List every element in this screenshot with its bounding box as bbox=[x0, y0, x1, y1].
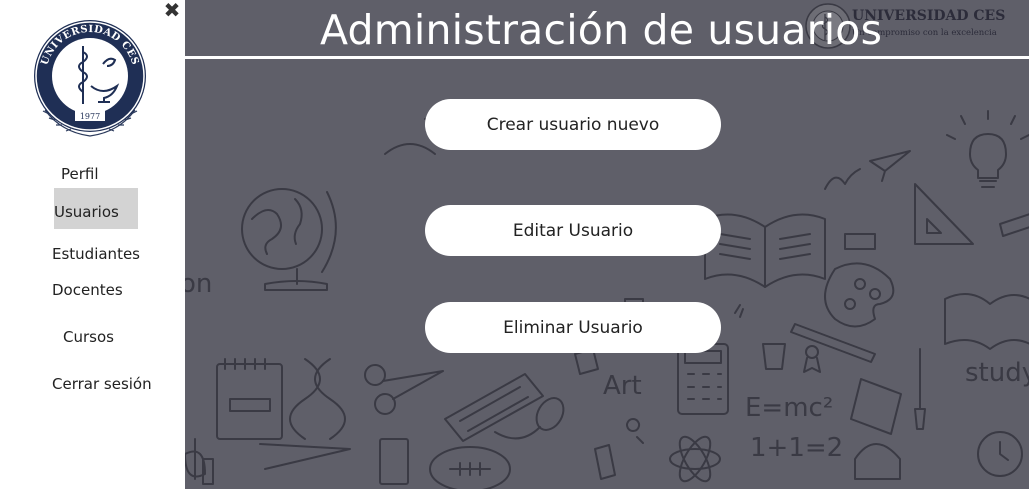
page-title: Administración de usuarios bbox=[320, 6, 883, 54]
edit-user-button[interactable]: Editar Usuario bbox=[425, 205, 721, 256]
sidebar-item-perfil[interactable]: Perfil bbox=[61, 165, 99, 183]
header-divider bbox=[185, 56, 1029, 59]
seal-year: 1977 bbox=[80, 112, 100, 121]
delete-user-button[interactable]: Eliminar Usuario bbox=[425, 302, 721, 353]
university-seal-logo: UNIVERSIDAD CES 1977 bbox=[34, 20, 146, 137]
sidebar-item-docentes[interactable]: Docentes bbox=[52, 281, 123, 299]
create-user-button[interactable]: Crear usuario nuevo bbox=[425, 99, 721, 150]
sidebar-item-usuarios[interactable]: Usuarios bbox=[54, 188, 138, 229]
doodle-text: study bbox=[965, 358, 1029, 388]
doodle-text: 1+1=2 bbox=[750, 433, 843, 463]
sidebar-item-estudiantes[interactable]: Estudiantes bbox=[52, 245, 140, 263]
sidebar-item-cerrar-sesion[interactable]: Cerrar sesión bbox=[52, 375, 152, 393]
sidebar-item-cursos[interactable]: Cursos bbox=[63, 328, 114, 346]
sidebar: ✖ UNIVERSIDAD CES 1977 Perfil Usuarios E… bbox=[0, 0, 185, 489]
doodle-text: on bbox=[185, 269, 212, 299]
main-panel: on Art E=mc² 1+1=2 study UNIVERSIDAD CES… bbox=[185, 0, 1029, 489]
close-icon[interactable]: ✖ bbox=[162, 0, 182, 20]
doodle-text: E=mc² bbox=[745, 393, 833, 423]
doodle-text: Art bbox=[603, 371, 642, 401]
